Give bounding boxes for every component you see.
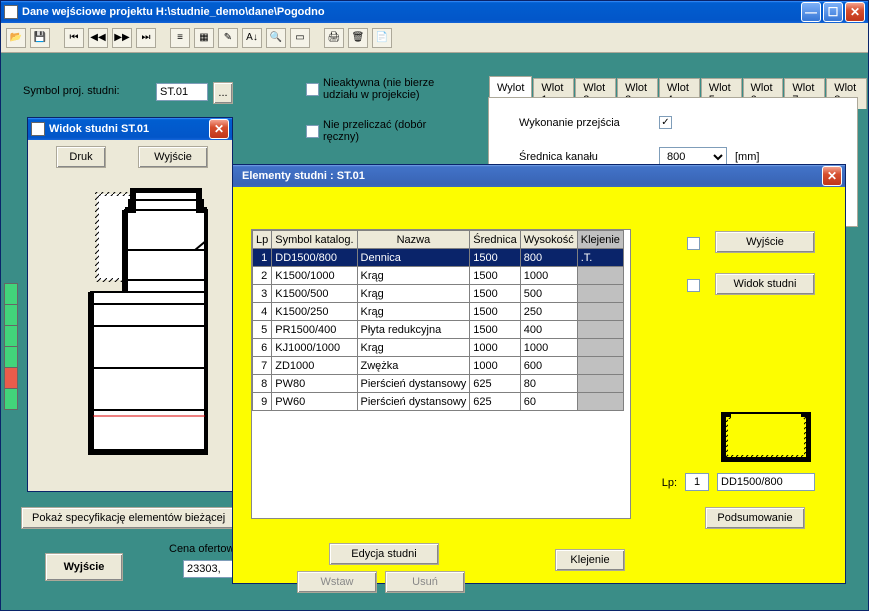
elements-body: Lp Symbol katalog. Nazwa Średnica Wysoko… bbox=[233, 187, 845, 583]
view-exit-button[interactable]: Wyjście bbox=[138, 146, 208, 168]
app-icon bbox=[4, 5, 18, 19]
col-diameter[interactable]: Średnica bbox=[470, 231, 520, 249]
tool-list-icon[interactable]: ≡ bbox=[170, 28, 190, 48]
tool-last-icon[interactable]: ⏭ bbox=[136, 28, 156, 48]
summary-button[interactable]: Podsumowanie bbox=[705, 507, 805, 529]
table-row[interactable]: 3K1500/500Krąg1500500 bbox=[253, 285, 624, 303]
table-row[interactable]: 5PR1500/400Płyta redukcyjna1500400 bbox=[253, 321, 624, 339]
table-row[interactable]: 8PW80Pierścień dystansowy62580 bbox=[253, 375, 624, 393]
norecalc-checkbox[interactable] bbox=[306, 125, 319, 138]
view-checkbox[interactable] bbox=[687, 279, 700, 292]
view-titlebar[interactable]: Widok studni ST.01 ✕ bbox=[28, 118, 232, 140]
mm-label: [mm] bbox=[735, 151, 759, 163]
lp-label: Lp: bbox=[662, 477, 677, 489]
spec-button[interactable]: Pokaż specyfikację elementów bieżącej bbox=[21, 507, 241, 529]
main-titlebar[interactable]: Dane wejściowe projektu H:\studnie_demo\… bbox=[1, 1, 868, 23]
view-close-button[interactable]: ✕ bbox=[209, 119, 229, 139]
main-title: Dane wejściowe projektu H:\studnie_demo\… bbox=[22, 6, 799, 18]
view-well-button[interactable]: Widok studni bbox=[715, 273, 815, 295]
price-label: Cena ofertowa bbox=[169, 543, 241, 555]
elements-window: Elementy studni : ST.01 ✕ Lp Symbol kata… bbox=[232, 164, 846, 584]
minimize-button[interactable]: — bbox=[801, 2, 821, 22]
print-button[interactable]: Druk bbox=[56, 146, 106, 168]
color-cell[interactable] bbox=[4, 346, 18, 368]
tool-frame-icon[interactable]: ▭ bbox=[290, 28, 310, 48]
color-bar bbox=[4, 283, 18, 409]
tool-print-icon[interactable]: 🖨 bbox=[324, 28, 344, 48]
table-row[interactable]: 1DD1500/800Dennica1500800.T. bbox=[253, 249, 624, 267]
toolbar: 📂 💾 ⏮ ◀◀ ▶▶ ⏭ ≡ ▦ ✎ A↓ 🔍 ▭ 🖨 🗑 📄 bbox=[1, 23, 868, 53]
table-row[interactable]: 6KJ1000/1000Krąg10001000 bbox=[253, 339, 624, 357]
color-cell[interactable] bbox=[4, 325, 18, 347]
col-lp[interactable]: Lp bbox=[253, 231, 272, 249]
maximize-button[interactable]: ☐ bbox=[823, 2, 843, 22]
tool-search-icon[interactable]: 🔍 bbox=[266, 28, 286, 48]
insert-button[interactable]: Wstaw bbox=[297, 571, 377, 593]
well-cross-section bbox=[83, 188, 208, 468]
col-height[interactable]: Wysokość bbox=[520, 231, 577, 249]
color-cell[interactable] bbox=[4, 367, 18, 389]
symbol-browse-button[interactable]: ... bbox=[213, 82, 233, 104]
elements-title: Elementy studni : ST.01 bbox=[236, 170, 820, 182]
view-body: Druk Wyjście bbox=[28, 140, 232, 491]
tool-prev-icon[interactable]: ◀◀ bbox=[88, 28, 108, 48]
col-glue[interactable]: Klejenie bbox=[577, 231, 623, 249]
view-title: Widok studni ST.01 bbox=[49, 123, 207, 135]
elements-grid-wrap: Lp Symbol katalog. Nazwa Średnica Wysoko… bbox=[251, 229, 631, 519]
norecalc-label: Nie przeliczać (dobór ręczny) bbox=[323, 119, 463, 143]
elements-table[interactable]: Lp Symbol katalog. Nazwa Średnica Wysoko… bbox=[252, 230, 624, 411]
edit-well-button[interactable]: Edycja studni bbox=[329, 543, 439, 565]
delete-button[interactable]: Usuń bbox=[385, 571, 465, 593]
col-symbol[interactable]: Symbol katalog. bbox=[272, 231, 357, 249]
symbol-input[interactable] bbox=[156, 83, 208, 101]
tool-delete-icon[interactable]: 🗑 bbox=[348, 28, 368, 48]
table-row[interactable]: 4K1500/250Krąg1500250 bbox=[253, 303, 624, 321]
srednica-label: Średnica kanału bbox=[519, 151, 659, 163]
window-icon bbox=[31, 122, 45, 136]
tool-edit-icon[interactable]: ✎ bbox=[218, 28, 238, 48]
well-icon bbox=[721, 412, 811, 462]
tool-new-icon[interactable]: 📄 bbox=[372, 28, 392, 48]
elements-titlebar[interactable]: Elementy studni : ST.01 ✕ bbox=[233, 165, 845, 187]
tool-save-icon[interactable]: 💾 bbox=[30, 28, 50, 48]
elements-close-button[interactable]: ✕ bbox=[822, 166, 842, 186]
col-name[interactable]: Nazwa bbox=[357, 231, 470, 249]
tool-next-icon[interactable]: ▶▶ bbox=[112, 28, 132, 48]
color-cell[interactable] bbox=[4, 388, 18, 410]
symbol-label: Symbol proj. studni: bbox=[23, 85, 120, 97]
color-cell[interactable] bbox=[4, 283, 18, 305]
view-window: Widok studni ST.01 ✕ Druk Wyjście bbox=[27, 117, 233, 492]
color-cell[interactable] bbox=[4, 304, 18, 326]
table-row[interactable]: 7ZD1000Zwężka1000600 bbox=[253, 357, 624, 375]
main-exit-button[interactable]: Wyjście bbox=[45, 553, 123, 581]
exit-checkbox[interactable] bbox=[687, 237, 700, 250]
close-button[interactable]: ✕ bbox=[845, 2, 865, 22]
table-row[interactable]: 2K1500/1000Krąg15001000 bbox=[253, 267, 624, 285]
tool-sort-icon[interactable]: A↓ bbox=[242, 28, 262, 48]
inactive-checkbox[interactable] bbox=[306, 83, 319, 96]
price-input[interactable] bbox=[183, 560, 235, 578]
symbol-display[interactable] bbox=[717, 473, 815, 491]
glue-button[interactable]: Klejenie bbox=[555, 549, 625, 571]
inactive-label: Nieaktywna (nie bierze udziału w projekc… bbox=[323, 77, 463, 101]
tool-open-icon[interactable]: 📂 bbox=[6, 28, 26, 48]
elements-exit-button[interactable]: Wyjście bbox=[715, 231, 815, 253]
lp-input[interactable] bbox=[685, 473, 709, 491]
table-row[interactable]: 9PW60Pierścień dystansowy62560 bbox=[253, 393, 624, 411]
wykonanie-checkbox[interactable]: ✓ bbox=[659, 116, 672, 129]
wykonanie-label: Wykonanie przejścia bbox=[519, 117, 659, 129]
tool-grid-icon[interactable]: ▦ bbox=[194, 28, 214, 48]
tool-first-icon[interactable]: ⏮ bbox=[64, 28, 84, 48]
